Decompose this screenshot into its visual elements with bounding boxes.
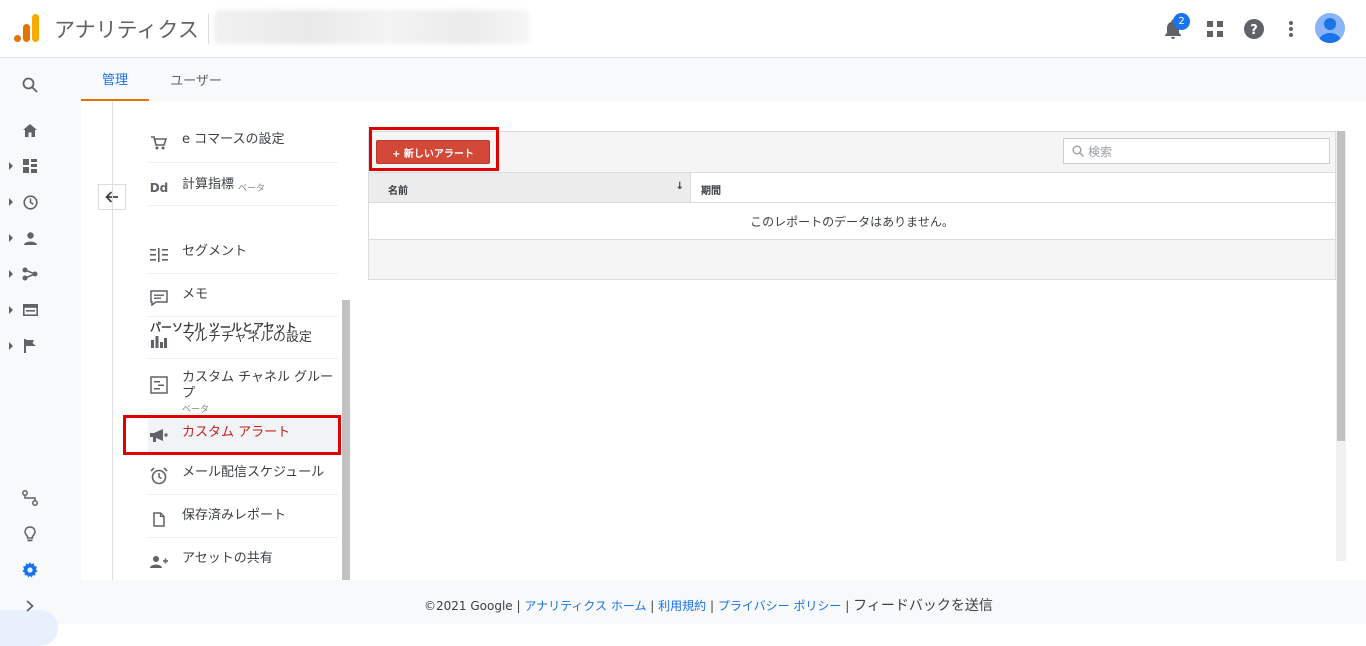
beta-badge: ベータ bbox=[182, 405, 210, 415]
nav-item-saved-reports[interactable]: 保存済みレポート bbox=[148, 495, 338, 538]
nav-item-label: マルチチャネルの設定 bbox=[182, 330, 312, 345]
comment-icon bbox=[148, 287, 170, 309]
search-placeholder: 検索 bbox=[1088, 144, 1113, 159]
conversions-flag-icon[interactable] bbox=[0, 332, 60, 360]
column-header-period[interactable]: 期間 bbox=[701, 182, 721, 197]
copyright-text: ©2021 Google bbox=[424, 599, 513, 613]
bar-chart-icon bbox=[148, 330, 170, 352]
apps-grid-icon[interactable] bbox=[1202, 16, 1228, 42]
footer-link-analytics-home[interactable]: アナリティクス ホーム bbox=[524, 599, 646, 613]
nav-item-label: アセットの共有 bbox=[182, 551, 273, 566]
behavior-icon[interactable] bbox=[0, 296, 60, 324]
realtime-clock-icon[interactable] bbox=[0, 188, 60, 216]
analytics-logo-icon[interactable] bbox=[14, 14, 40, 42]
calculated-metrics-dd-icon: Dd bbox=[149, 181, 169, 195]
nav-item-multichannel[interactable]: マルチチャネルの設定 bbox=[148, 317, 338, 359]
account-avatar[interactable] bbox=[1315, 13, 1345, 43]
nav-item-label: 計算指標 bbox=[182, 177, 235, 192]
new-alert-highlight bbox=[369, 127, 499, 171]
sort-arrow-icon: ↓ bbox=[675, 181, 684, 192]
document-icon bbox=[148, 508, 170, 530]
nav-item-label: 保存済みレポート bbox=[182, 508, 287, 523]
help-icon[interactable]: ? bbox=[1241, 16, 1267, 42]
view-settings-nav: e コマースの設定 Dd 計算指標 ベータ パーソナル ツールとアセット セグメ… bbox=[112, 101, 340, 580]
empty-table-message: このレポートのデータはありません。 bbox=[369, 203, 1335, 240]
customization-icon[interactable] bbox=[0, 152, 60, 180]
admin-gear-icon[interactable] bbox=[0, 556, 60, 584]
expand-chevron-icon[interactable] bbox=[0, 592, 60, 620]
left-nav-rail bbox=[0, 58, 60, 646]
more-vert-icon[interactable] bbox=[1278, 16, 1304, 42]
attribution-icon[interactable] bbox=[0, 484, 60, 512]
person-add-icon bbox=[148, 551, 170, 573]
search-icon bbox=[1072, 145, 1084, 157]
alerts-search-input[interactable]: 検索 bbox=[1063, 138, 1330, 164]
beta-badge: ベータ bbox=[238, 184, 266, 194]
nav-item-segments[interactable]: セグメント bbox=[148, 231, 338, 274]
nav-item-label: メモ bbox=[182, 287, 209, 302]
nav-item-ecommerce[interactable]: e コマースの設定 bbox=[148, 121, 338, 163]
nav-item-annotations[interactable]: メモ bbox=[148, 274, 338, 317]
nav-item-scheduled-emails[interactable]: メール配信スケジュール bbox=[148, 455, 338, 495]
title-divider bbox=[208, 14, 209, 44]
nav-item-share-assets[interactable]: アセットの共有 bbox=[148, 538, 338, 580]
channel-grouping-icon bbox=[148, 374, 170, 396]
nav-item-label: e コマースの設定 bbox=[182, 132, 285, 147]
search-icon[interactable] bbox=[0, 71, 60, 99]
app-title: アナリティクス bbox=[54, 18, 199, 42]
home-icon[interactable] bbox=[0, 116, 60, 144]
acquisition-icon[interactable] bbox=[0, 260, 60, 288]
nav-item-label: カスタム チャネル グループ bbox=[182, 370, 334, 401]
account-selector[interactable] bbox=[214, 10, 530, 44]
nav-item-label: セグメント bbox=[182, 244, 248, 259]
tab-user[interactable]: ユーザー bbox=[159, 58, 233, 101]
svg-text:?: ? bbox=[1250, 23, 1258, 38]
admin-tabs: 管理 ユーザー bbox=[81, 58, 1366, 101]
custom-alerts-highlight bbox=[123, 415, 341, 455]
alarm-clock-icon bbox=[148, 465, 170, 487]
footer: ©2021 Google | アナリティクス ホーム | 利用規約 | プライバ… bbox=[424, 598, 993, 614]
main-scrollbar-thumb[interactable] bbox=[1337, 131, 1345, 441]
column-header-name[interactable]: 名前 ↓ bbox=[369, 173, 691, 202]
top-app-bar: アナリティクス 2 ? bbox=[0, 0, 1366, 58]
segments-icon bbox=[148, 244, 170, 266]
tab-admin[interactable]: 管理 bbox=[81, 58, 149, 101]
send-feedback-link[interactable]: フィードバックを送信 bbox=[853, 598, 993, 614]
footer-link-privacy[interactable]: プライバシー ポリシー bbox=[718, 599, 842, 613]
nav-item-label: メール配信スケジュール bbox=[182, 465, 325, 480]
audience-person-icon[interactable] bbox=[0, 224, 60, 252]
shopping-cart-icon bbox=[148, 132, 170, 154]
nav-item-custom-channel-grouping[interactable]: カスタム チャネル グループ ベータ bbox=[148, 359, 338, 415]
table-header-row: 名前 ↓ 期間 bbox=[369, 172, 1335, 203]
footer-link-terms[interactable]: 利用規約 bbox=[658, 599, 706, 613]
nav-item-calculated-metrics[interactable]: Dd 計算指標 ベータ bbox=[148, 163, 338, 206]
nav-scrollbar[interactable] bbox=[342, 300, 350, 580]
discover-lightbulb-icon[interactable] bbox=[0, 520, 60, 548]
notification-count-badge: 2 bbox=[1173, 13, 1190, 30]
